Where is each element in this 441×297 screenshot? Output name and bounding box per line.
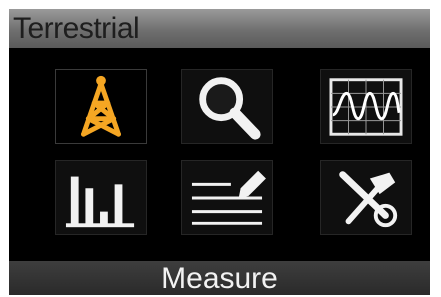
notes-pencil-icon <box>191 170 266 225</box>
menu-item-waveform[interactable] <box>320 69 412 144</box>
menu-item-bars[interactable] <box>55 160 147 235</box>
magnifier-icon <box>199 77 261 140</box>
menu-grid <box>9 48 430 260</box>
waveform-monitor-icon <box>329 78 403 136</box>
footer-bar: Measure <box>9 261 430 295</box>
menu-item-tools[interactable] <box>320 160 412 235</box>
title-bar: Terrestrial <box>9 9 430 48</box>
menu-item-notes[interactable] <box>181 160 273 235</box>
page-title: Terrestrial <box>13 12 140 45</box>
tools-icon <box>339 171 398 228</box>
menu-item-antenna[interactable] <box>55 69 147 144</box>
bar-chart-icon <box>65 176 135 228</box>
menu-item-search[interactable] <box>181 69 273 144</box>
footer-label: Measure <box>161 262 278 295</box>
antenna-tower-icon <box>81 75 121 137</box>
device-screen: Terrestrial Measure <box>9 9 430 295</box>
